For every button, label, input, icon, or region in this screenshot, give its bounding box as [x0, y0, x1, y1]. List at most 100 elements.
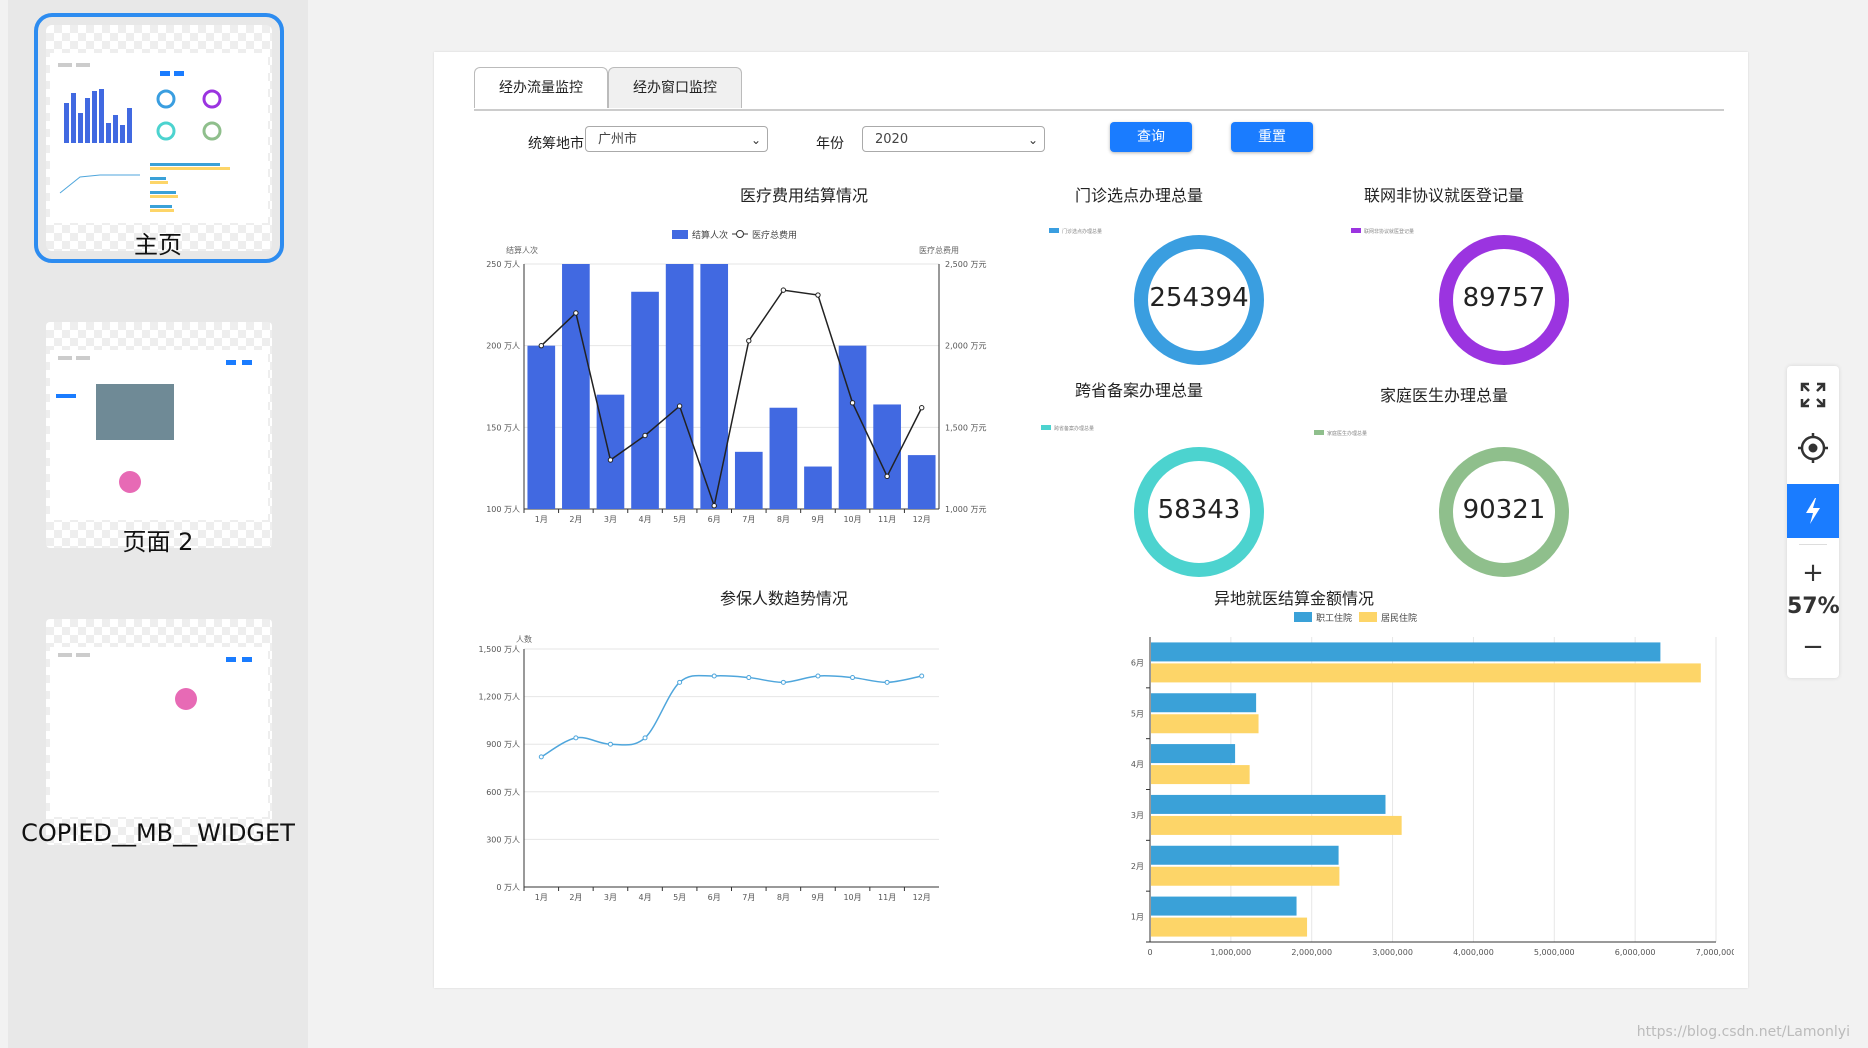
y-tick-label: 300 万人 [486, 835, 520, 844]
x-tick-label: 4,000,000 [1453, 948, 1494, 957]
page-thumbnail-page-2[interactable] [46, 322, 272, 548]
bar [527, 345, 556, 509]
legend-label: 职工住院 [1316, 612, 1352, 624]
insured-trend-chart: 人数 0 万人 300 万人 600 万人 900 万人 1,200 万人 1,500 万人… [479, 634, 939, 902]
x-tick-label: 12月 [913, 515, 931, 524]
year-filter-label: 年份 [816, 136, 844, 152]
legend-swatch [1314, 430, 1324, 435]
line-point [607, 741, 613, 747]
reset-button[interactable]: 重置 [1231, 122, 1313, 152]
x-tick-label: 12月 [913, 893, 931, 902]
kpi-title: 跨省备案办理总量 [1074, 381, 1203, 400]
zoom-in-button[interactable]: + [1787, 558, 1839, 588]
bar [631, 291, 659, 509]
y-tick-label-right: 2,500 万元 [945, 260, 986, 269]
y-tick-label: 5月 [1131, 709, 1144, 718]
y-tick-label: 0 万人 [496, 883, 520, 892]
page-thumbnail-copied-widget[interactable] [46, 619, 272, 845]
page-thumbnail-home[interactable] [34, 13, 284, 263]
x-tick-label: 5月 [673, 515, 686, 524]
kpi-legend: 门诊选点办理总量 [1049, 228, 1102, 235]
x-tick-label: 6,000,000 [1615, 948, 1656, 957]
canvas-toolbar: + 57% − [1787, 366, 1840, 678]
x-tick-label: 7月 [742, 893, 755, 902]
page-list-panel: 主页 页面 2 COPIED__MB__WIDGET [8, 0, 308, 1048]
bar [1151, 693, 1257, 713]
city-select-value: 广州市 [598, 132, 638, 147]
bar [838, 345, 867, 509]
legend-swatch-line [736, 230, 744, 238]
kpi-title: 门诊选点办理总量 [1074, 186, 1203, 205]
x-tick-label: 8月 [777, 515, 790, 524]
legend-swatch [1359, 612, 1377, 622]
bar [1151, 794, 1386, 814]
thumbnail-page-2-art [56, 356, 252, 493]
x-tick-label: 11月 [878, 893, 896, 902]
y-tick-label-right: 2,000 万元 [945, 342, 986, 351]
year-select[interactable]: 2020 ⌄ [862, 126, 1045, 152]
lightning-icon[interactable] [1787, 484, 1839, 538]
line-point [607, 457, 614, 463]
city-filter-label: 统筹地市 [528, 136, 584, 152]
chart-title-medical-cost: 医疗费用结算情况 [739, 186, 868, 205]
x-tick-label: 0 [1147, 948, 1152, 957]
target-icon[interactable] [1787, 432, 1839, 472]
legend-swatch [1049, 228, 1059, 233]
page-label-page-2[interactable]: 页面 2 [8, 522, 308, 557]
legend-label: 跨省备案办理总量 [1054, 426, 1095, 432]
x-tick-label: 6月 [708, 893, 721, 902]
x-tick-label: 2月 [569, 893, 582, 902]
toolbar-divider [1799, 544, 1827, 545]
fullscreen-icon[interactable] [1787, 380, 1839, 420]
x-tick-label: 2,000,000 [1291, 948, 1332, 957]
kpi-value: 58343 [1157, 495, 1241, 525]
y-tick-label: 100 万人 [486, 505, 520, 514]
thumbnail-preview [50, 350, 268, 520]
line-point [884, 679, 890, 685]
line-point [746, 338, 752, 344]
y-tick-label: 150 万人 [486, 423, 520, 432]
medical-cost-chart: 结算人次 医疗总费用结算人次 医疗总费用100 万人150 万人200 万人250 … [486, 229, 986, 524]
thumbnail-preview [50, 647, 268, 817]
bar [1151, 744, 1236, 764]
x-tick-label: 5,000,000 [1534, 948, 1575, 957]
kpi-value: 90321 [1462, 495, 1546, 525]
line-point [919, 673, 925, 679]
y-tick-label-right: 1,500 万元 [945, 423, 986, 432]
x-tick-label: 4月 [638, 515, 651, 524]
tab-traffic-monitor[interactable]: 经办流量监控 [474, 67, 608, 108]
line-point [573, 735, 579, 741]
tab-window-monitor[interactable]: 经办窗口监控 [608, 67, 742, 108]
dashboard-canvas: 经办流量监控 经办窗口监控 统筹地市 广州市 ⌄ 年份 2020 ⌄ 查询 重置… [434, 52, 1748, 988]
y-tick-label: 4月 [1131, 760, 1144, 769]
query-button[interactable]: 查询 [1110, 122, 1192, 152]
tab-bar: 经办流量监控 经办窗口监控 [474, 67, 1724, 111]
chevron-down-icon: ⌄ [1027, 133, 1038, 147]
line-point [919, 405, 925, 411]
zoom-out-button[interactable]: − [1787, 632, 1839, 662]
legend-label: 联网非协议就医登记量 [1364, 229, 1415, 235]
thumbnail-preview [50, 53, 268, 223]
line-point [711, 503, 717, 509]
line-point [538, 754, 544, 760]
x-tick-label: 2月 [569, 515, 582, 524]
legend-label: 居民住院 [1381, 612, 1417, 624]
line-point [884, 473, 890, 480]
line-point [815, 292, 821, 298]
city-select[interactable]: 广州市 ⌄ [585, 126, 768, 152]
page-label-home[interactable]: 主页 [8, 225, 308, 260]
x-tick-label: 9月 [811, 515, 824, 524]
legend-swatch [1294, 612, 1312, 622]
watermark: https://blog.csdn.net/Lamonlyi [1636, 1024, 1850, 1040]
y-tick-label: 6月 [1131, 658, 1144, 667]
x-tick-label: 1月 [535, 893, 548, 902]
plus-icon: + [1802, 558, 1824, 588]
page-label-copied-widget[interactable]: COPIED__MB__WIDGET [8, 819, 308, 847]
y-tick-label-right: 1,000 万元 [945, 505, 986, 514]
y-tick-label: 600 万人 [486, 788, 520, 797]
y-tick-label: 250 万人 [486, 260, 520, 269]
x-tick-label: 7,000,000 [1696, 948, 1734, 957]
bar [1151, 845, 1339, 865]
x-tick-label: 5月 [673, 893, 686, 902]
y-tick-label: 900 万人 [486, 740, 520, 749]
